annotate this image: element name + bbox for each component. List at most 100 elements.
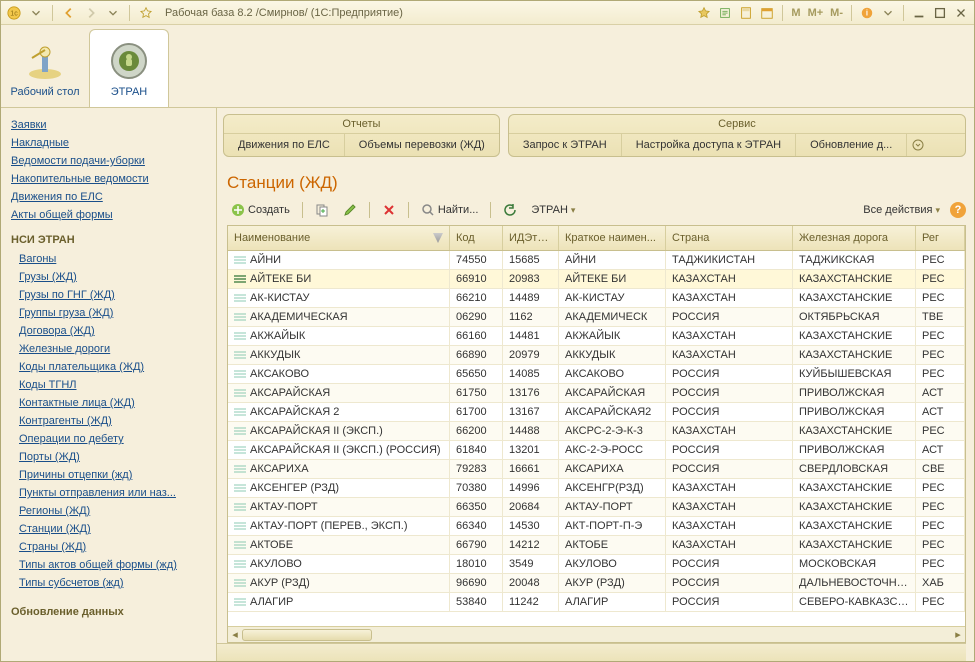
col-id[interactable]: ИДЭтран (503, 226, 559, 250)
create-button[interactable]: Создать (227, 201, 294, 219)
info-dropdown-icon[interactable] (879, 4, 897, 22)
table-row[interactable]: АКТОБЕ6679014212АКТОБЕКАЗАХСТАНКАЗАХСТАН… (228, 536, 965, 555)
table-cell: ПРИВОЛЖСКАЯ (793, 403, 916, 421)
sidebar-item[interactable]: Железные дороги (19, 340, 206, 358)
sidebar-item[interactable]: Порты (ЖД) (19, 448, 206, 466)
sidebar-item[interactable]: Вагоны (19, 250, 206, 268)
sidebar-item[interactable]: Коды плательщика (ЖД) (19, 358, 206, 376)
table-row[interactable]: АКСАРАЙСКАЯ II (ЭКСП.) (РОССИЯ)618401320… (228, 441, 965, 460)
fav-add-icon[interactable] (695, 4, 713, 22)
table-cell: АКСАРАЙСКАЯ (559, 384, 666, 402)
table-cell: ТАДЖИКИСТАН (666, 251, 793, 269)
table-row[interactable]: АКСАРАЙСКАЯ 26170013167АКСАРАЙСКАЯ2РОССИ… (228, 403, 965, 422)
table-cell: РОССИЯ (666, 574, 793, 592)
sidebar-item[interactable]: Грузы (ЖД) (19, 268, 206, 286)
toolgroup-button[interactable]: Объемы перевозки (ЖД) (345, 134, 499, 156)
table-cell: АЙТЕКЕ БИ (559, 270, 666, 288)
toolgroup-button[interactable]: Запрос к ЭТРАН (509, 134, 622, 156)
delete-button[interactable] (378, 201, 400, 219)
help-icon[interactable]: ? (950, 202, 966, 218)
etran-menu[interactable]: ЭТРАН (527, 202, 579, 218)
sidebar-item[interactable]: Станции (ЖД) (19, 520, 206, 538)
table-row[interactable]: АЙНИ7455015685АЙНИТАДЖИКИСТАНТАДЖИКСКАЯР… (228, 251, 965, 270)
sidebar-item[interactable]: Типы актов общей формы (жд) (19, 556, 206, 574)
table-row[interactable]: АКСАКОВО6565014085АКСАКОВОРОССИЯКУЙБЫШЕВ… (228, 365, 965, 384)
sidebar-item[interactable]: Типы субсчетов (жд) (19, 574, 206, 592)
calendar-icon[interactable] (758, 4, 776, 22)
favorite-icon[interactable] (137, 4, 155, 22)
toolgroup-service-title: Сервис (509, 115, 965, 134)
dropdown-icon[interactable] (27, 4, 45, 22)
h-scrollbar[interactable]: ◂ ▸ (228, 626, 965, 642)
table-row[interactable]: АКУЛОВО180103549АКУЛОВОРОССИЯМОСКОВСКАЯР… (228, 555, 965, 574)
section-desktop[interactable]: Рабочий стол (5, 29, 85, 107)
sidebar-item[interactable]: Грузы по ГНГ (ЖД) (19, 286, 206, 304)
table-cell: КАЗАХСТАН (666, 289, 793, 307)
table-row[interactable]: АКТАУ-ПОРТ6635020684АКТАУ-ПОРТКАЗАХСТАНК… (228, 498, 965, 517)
minimize-button[interactable] (910, 4, 928, 22)
sidebar-item[interactable]: Накладные (11, 134, 206, 152)
table-cell: 3549 (503, 555, 559, 573)
sidebar-item[interactable]: Пункты отправления или наз... (19, 484, 206, 502)
history-icon[interactable] (716, 4, 734, 22)
table-row[interactable]: АККУДЫК6689020979АККУДЫККАЗАХСТАНКАЗАХСТ… (228, 346, 965, 365)
edit-button[interactable] (339, 201, 361, 219)
find-button[interactable]: Найти... (417, 201, 483, 219)
table-row[interactable]: АКСАРАЙСКАЯ6175013176АКСАРАЙСКАЯРОССИЯПР… (228, 384, 965, 403)
maximize-button[interactable] (931, 4, 949, 22)
sidebar-item[interactable]: Коды ТГНЛ (19, 376, 206, 394)
table-row[interactable]: АЛАГИР5384011242АЛАГИРРОССИЯСЕВЕРО-КАВКА… (228, 593, 965, 612)
close-button[interactable] (952, 4, 970, 22)
sidebar-item[interactable]: Контрагенты (ЖД) (19, 412, 206, 430)
table-cell: АК-КИСТАУ (228, 289, 450, 307)
table-row[interactable]: АК-КИСТАУ6621014489АК-КИСТАУКАЗАХСТАНКАЗ… (228, 289, 965, 308)
sidebar-item[interactable]: Накопительные ведомости (11, 170, 206, 188)
col-code[interactable]: Код (450, 226, 503, 250)
table-row[interactable]: АКСАРАЙСКАЯ II (ЭКСП.)6620014488АКСРС-2-… (228, 422, 965, 441)
toolgroup-button[interactable]: Настройка доступа к ЭТРАН (622, 134, 796, 156)
sidebar-item[interactable]: Заявки (11, 116, 206, 134)
table-row[interactable]: АКСАРИХА7928316661АКСАРИХАРОССИЯСВЕРДЛОВ… (228, 460, 965, 479)
sidebar-item[interactable]: Контактные лица (ЖД) (19, 394, 206, 412)
table-row[interactable]: АКЖАЙЫК6616014481АКЖАЙЫККАЗАХСТАНКАЗАХСТ… (228, 327, 965, 346)
table-cell: РОССИЯ (666, 365, 793, 383)
table-row[interactable]: АКТАУ-ПОРТ (ПЕРЕВ., ЭКСП.)6634014530АКТ-… (228, 517, 965, 536)
copy-button[interactable] (311, 201, 333, 219)
toolgroup-button[interactable]: Обновление д... (796, 134, 907, 156)
sidebar-item[interactable]: Причины отцепки (жд) (19, 466, 206, 484)
m-plus-button[interactable]: M+ (806, 7, 826, 19)
table-cell: РЕС (916, 536, 965, 554)
nav-back-icon[interactable] (60, 4, 78, 22)
sidebar-item[interactable]: Акты общей формы (11, 206, 206, 224)
sidebar-item[interactable]: Ведомости подачи-уборки (11, 152, 206, 170)
col-name[interactable]: Наименование (228, 226, 450, 250)
sidebar: ЗаявкиНакладныеВедомости подачи-уборкиНа… (1, 108, 217, 661)
toolgroup-more-icon[interactable] (907, 134, 929, 156)
col-country[interactable]: Страна (666, 226, 793, 250)
table-row[interactable]: АЙТЕКЕ БИ6691020983АЙТЕКЕ БИКАЗАХСТАНКАЗ… (228, 270, 965, 289)
table-cell: РОССИЯ (666, 555, 793, 573)
col-region[interactable]: Рег (916, 226, 965, 250)
sidebar-item[interactable]: Договора (ЖД) (19, 322, 206, 340)
toolgroup-button[interactable]: Движения по ЕЛС (224, 134, 345, 156)
calc-icon[interactable] (737, 4, 755, 22)
sidebar-item[interactable]: Группы груза (ЖД) (19, 304, 206, 322)
nav-dropdown-icon[interactable] (104, 4, 122, 22)
sidebar-item[interactable]: Регионы (ЖД) (19, 502, 206, 520)
all-actions-button[interactable]: Все действия (859, 202, 944, 218)
table-row[interactable]: АКАДЕМИЧЕСКАЯ062901162АКАДЕМИЧЕСКРОССИЯО… (228, 308, 965, 327)
m-minus-button[interactable]: M- (828, 7, 845, 19)
sidebar-item[interactable]: Страны (ЖД) (19, 538, 206, 556)
sidebar-item[interactable]: Движения по ЕЛС (11, 188, 206, 206)
refresh-button[interactable] (499, 201, 521, 219)
col-short[interactable]: Краткое наимен... (559, 226, 666, 250)
section-etran[interactable]: ЭТРАН (89, 29, 169, 107)
app-icon[interactable]: 1c (5, 4, 23, 22)
table-row[interactable]: АКСЕНГЕР (РЗД)7038014996АКСЕНГР(РЗД)КАЗА… (228, 479, 965, 498)
info-icon[interactable]: i (858, 4, 876, 22)
col-railway[interactable]: Железная дорога (793, 226, 916, 250)
table-row[interactable]: АКУР (РЗД)9669020048АКУР (РЗД)РОССИЯДАЛЬ… (228, 574, 965, 593)
m-button[interactable]: M (789, 7, 802, 19)
sidebar-item[interactable]: Операции по дебету (19, 430, 206, 448)
grid-body[interactable]: АЙНИ7455015685АЙНИТАДЖИКИСТАНТАДЖИКСКАЯР… (228, 251, 965, 626)
